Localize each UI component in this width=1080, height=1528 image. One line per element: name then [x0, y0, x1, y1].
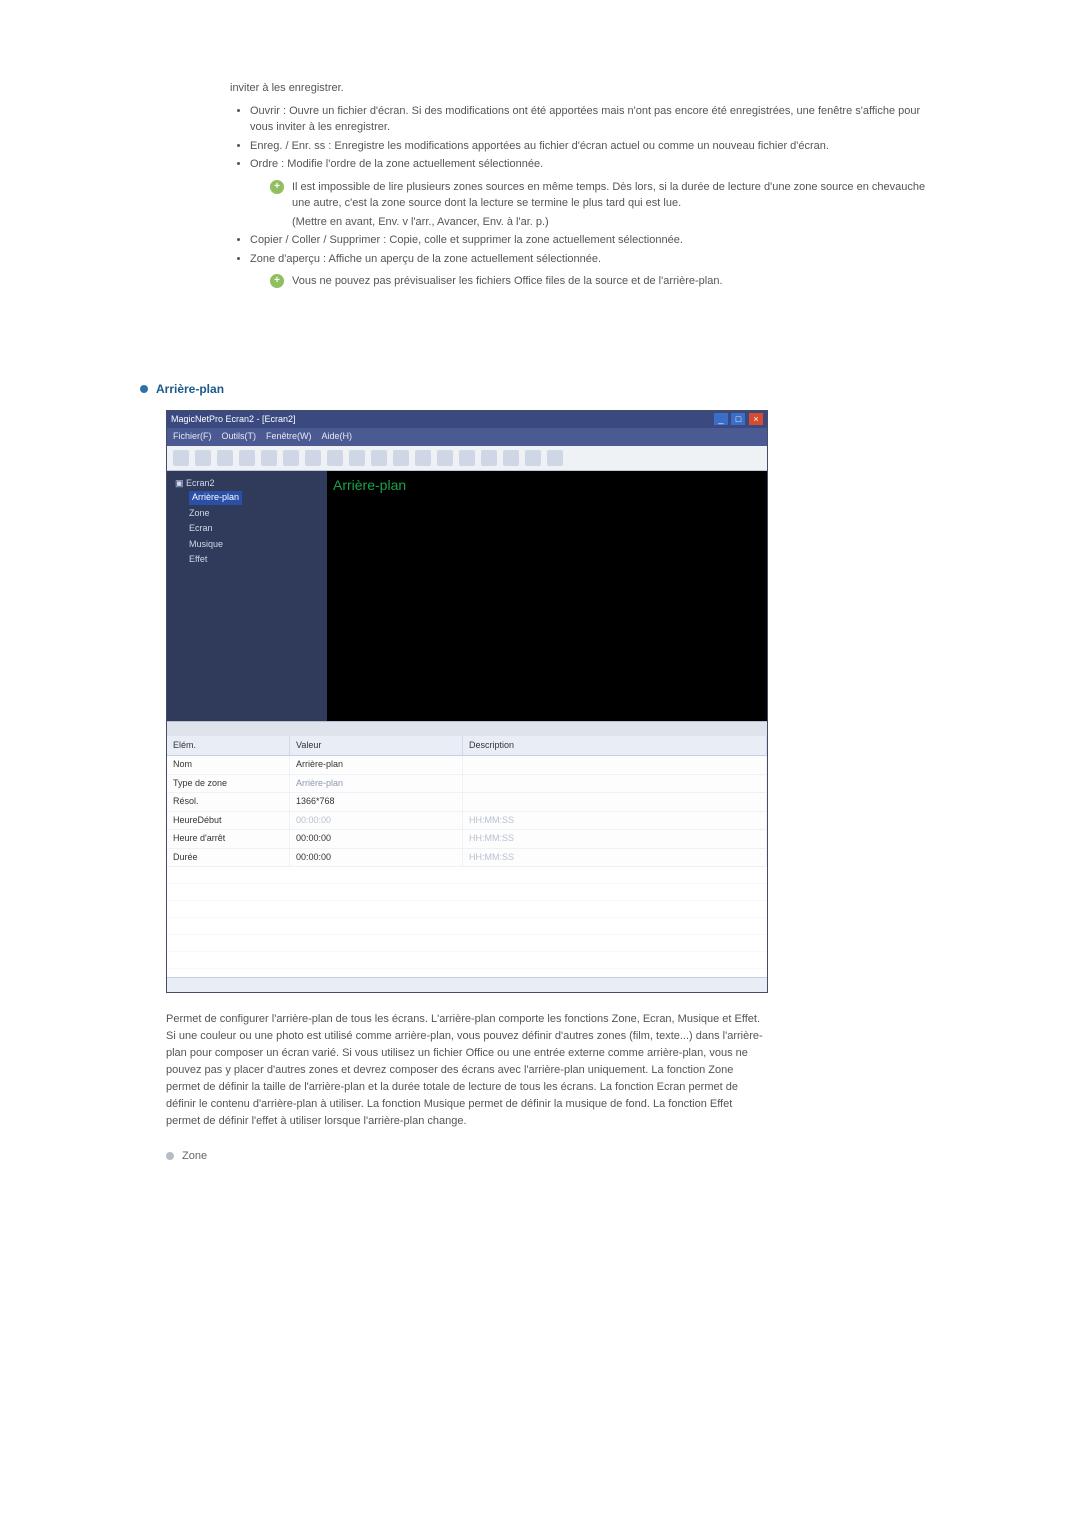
- toolbar-button[interactable]: [525, 450, 541, 466]
- toolbar-button[interactable]: [195, 450, 211, 466]
- menu-help[interactable]: Aide(H): [322, 430, 353, 444]
- toolbar-button[interactable]: [327, 450, 343, 466]
- list-item: Ouvrir : Ouvre un fichier d'écran. Si de…: [250, 103, 940, 136]
- toolbar-button[interactable]: [503, 450, 519, 466]
- toolbar-button[interactable]: [481, 450, 497, 466]
- menu-file[interactable]: Fichier(F): [173, 430, 212, 444]
- property-sheet: Elém. Valeur Description NomArrière-plan…: [167, 736, 767, 993]
- minimize-icon[interactable]: _: [714, 413, 728, 425]
- window-title: MagicNetPro Ecran2 - [Ecran2]: [171, 413, 296, 427]
- menu-window[interactable]: Fenêtre(W): [266, 430, 312, 444]
- toolbar-button[interactable]: [459, 450, 475, 466]
- menubar: Fichier(F) Outils(T) Fenêtre(W) Aide(H): [167, 428, 767, 446]
- toolbar-button[interactable]: [437, 450, 453, 466]
- col-description: Description: [463, 736, 767, 756]
- sheet-hscroll[interactable]: [167, 977, 767, 992]
- toolbar-button[interactable]: [415, 450, 431, 466]
- toolbar: [167, 446, 767, 471]
- sub-item-zone: Zone: [166, 1148, 940, 1165]
- toolbar-button[interactable]: [393, 450, 409, 466]
- tree-item[interactable]: Zone: [189, 506, 319, 522]
- table-row[interactable]: HeureDébut00:00:00HH:MM:SS: [167, 812, 767, 831]
- window-titlebar[interactable]: MagicNetPro Ecran2 - [Ecran2] _ □ ×: [167, 411, 767, 429]
- note-plus-icon: Il est impossible de lire plusieurs zone…: [270, 179, 940, 212]
- bullet-dot-icon: [166, 1152, 174, 1160]
- col-element: Elém.: [167, 736, 290, 756]
- menu-tools[interactable]: Outils(T): [222, 430, 257, 444]
- table-row[interactable]: Durée00:00:00HH:MM:SS: [167, 849, 767, 868]
- doc-page: inviter à les enregistrer. Ouvrir : Ouvr…: [0, 0, 1080, 1528]
- toolbar-button[interactable]: [371, 450, 387, 466]
- app-window: MagicNetPro Ecran2 - [Ecran2] _ □ × Fich…: [166, 410, 768, 994]
- table-row[interactable]: Résol.1366*768: [167, 793, 767, 812]
- tree-item[interactable]: Ecran: [189, 521, 319, 537]
- section-heading: Arrière-plan: [140, 380, 940, 398]
- tree-item[interactable]: Effet: [189, 552, 319, 568]
- tree-selected-label: Arrière-plan: [189, 491, 242, 505]
- list-item: Ordre : Modifie l'ordre de la zone actue…: [250, 156, 940, 173]
- canvas-label: Arrière-plan: [333, 475, 406, 496]
- note-plus-icon: Vous ne pouvez pas prévisualiser les fic…: [270, 273, 940, 290]
- maximize-icon[interactable]: □: [731, 413, 745, 425]
- note-text: Il est impossible de lire plusieurs zone…: [292, 181, 925, 210]
- toolbar-button[interactable]: [239, 450, 255, 466]
- list-item: Zone d'aperçu : Affiche un aperçu de la …: [250, 251, 940, 268]
- table-row[interactable]: NomArrière-plan: [167, 756, 767, 775]
- workspace: ▣ Ecran2 Arrière-plan Zone Ecran Musique…: [167, 471, 767, 721]
- sheet-rows: NomArrière-planType de zoneArrière-planR…: [167, 756, 767, 867]
- tree-root[interactable]: ▣ Ecran2: [175, 477, 319, 491]
- sheet-header: Elém. Valeur Description: [167, 736, 767, 757]
- close-icon[interactable]: ×: [749, 413, 763, 425]
- toolbar-button[interactable]: [305, 450, 321, 466]
- note-text: Vous ne pouvez pas prévisualiser les fic…: [292, 275, 723, 287]
- sheet-blank: [167, 867, 767, 977]
- tree-item-selected[interactable]: Arrière-plan: [189, 490, 319, 506]
- section-title-text: Arrière-plan: [156, 382, 224, 396]
- bullet-dot-icon: [140, 385, 148, 393]
- tree-panel: ▣ Ecran2 Arrière-plan Zone Ecran Musique…: [167, 471, 327, 721]
- intro-tail: inviter à les enregistrer.: [230, 80, 940, 97]
- tree-root-label: Ecran2: [186, 478, 215, 488]
- window-buttons: _ □ ×: [713, 413, 763, 427]
- toolbar-button[interactable]: [547, 450, 563, 466]
- table-row[interactable]: Type de zoneArrière-plan: [167, 775, 767, 794]
- toolbar-button[interactable]: [261, 450, 277, 466]
- tree-item[interactable]: Musique: [189, 537, 319, 553]
- toolbar-button[interactable]: [173, 450, 189, 466]
- toolbar-button[interactable]: [349, 450, 365, 466]
- list-item: Enreg. / Enr. ss : Enregistre les modifi…: [250, 138, 940, 155]
- sub-item-label: Zone: [182, 1150, 207, 1162]
- col-value: Valeur: [290, 736, 463, 756]
- canvas-preview: Arrière-plan: [327, 471, 767, 721]
- note-subline: (Mettre en avant, Env. v l'arr., Avancer…: [292, 214, 940, 231]
- toolbar-button[interactable]: [217, 450, 233, 466]
- hscrollbar[interactable]: [167, 721, 767, 736]
- list-item: Copier / Coller / Supprimer : Copie, col…: [250, 232, 940, 249]
- section-paragraph: Permet de configurer l'arrière-plan de t…: [166, 1011, 766, 1130]
- table-row[interactable]: Heure d'arrêt00:00:00HH:MM:SS: [167, 830, 767, 849]
- toolbar-button[interactable]: [283, 450, 299, 466]
- bullet-list-1: Ouvrir : Ouvre un fichier d'écran. Si de…: [140, 103, 940, 173]
- bullet-list-2: Copier / Coller / Supprimer : Copie, col…: [140, 232, 940, 267]
